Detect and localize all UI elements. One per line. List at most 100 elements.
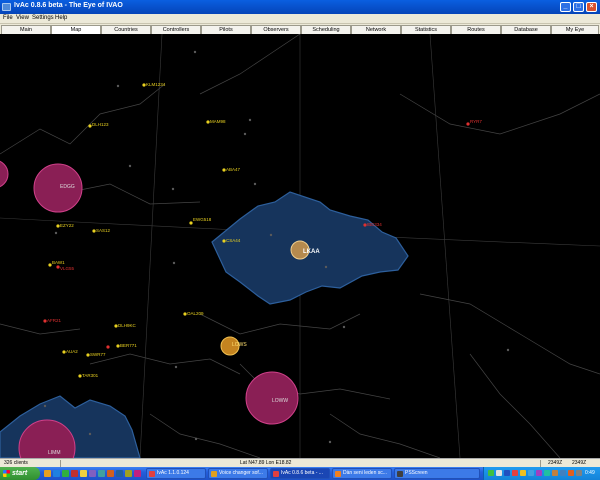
task-ivac-1[interactable]: IvAc 1.1.0.124 (146, 468, 206, 479)
label-pilot-7[interactable]: DLH9KC (118, 323, 137, 328)
tab-controllers[interactable]: Controllers (151, 25, 201, 34)
quicklaunch-network-icon[interactable] (98, 470, 105, 477)
tray-update-icon[interactable] (528, 470, 534, 476)
quicklaunch-disk-icon[interactable] (116, 470, 123, 477)
label-pilot-14[interactable]: RYR7 (470, 119, 482, 124)
status-time-1: 2349Z (548, 460, 563, 466)
label-pilot-1[interactable]: DLH123 (92, 122, 109, 127)
quicklaunch-note-icon[interactable] (125, 470, 132, 477)
task-psscreen[interactable]: PSScreen (394, 468, 480, 479)
controller-circle-left-edge[interactable] (0, 160, 9, 188)
quicklaunch-media-icon[interactable] (62, 470, 69, 477)
menu-view[interactable]: View (16, 15, 29, 21)
label-pilot-4[interactable]: EWG518 (193, 217, 212, 222)
label-pilot-10[interactable]: SWR77 (90, 352, 106, 357)
tab-pilots[interactable]: Pilots (201, 25, 251, 34)
task-label: IvAc 1.1.0.124 (157, 470, 189, 476)
status-separator (60, 460, 61, 467)
label-pilot-16[interactable]: BER771 (120, 343, 137, 348)
label-pilot-9[interactable]: AUA2 (66, 349, 78, 354)
task-label: Voice changer sof... (219, 470, 263, 476)
tab-map[interactable]: Map (51, 25, 101, 34)
window-title: IvAc 0.8.6 beta - The Eye of IVAO (14, 2, 123, 9)
quicklaunch-folder-icon[interactable] (44, 470, 51, 477)
tray-power-icon[interactable] (568, 470, 574, 476)
browser-icon (335, 471, 341, 477)
close-button[interactable]: × (586, 2, 597, 12)
radar-map[interactable]: LKAA LOWW EDGG LIMM LOWS KLM1234 DLH123 … (0, 34, 600, 458)
quicklaunch-paint-icon[interactable] (134, 470, 141, 477)
label-pilot-18[interactable]: VLG55 (60, 266, 75, 271)
label-pilot-17[interactable]: AFR21 (47, 318, 62, 323)
label-pilot-5[interactable]: CSA44 (226, 238, 241, 243)
voice-changer-icon (211, 471, 217, 477)
status-time-2: 2349Z (572, 460, 587, 466)
tab-database[interactable]: Database (501, 25, 551, 34)
label-pink-bottom-left[interactable]: LIMM (48, 450, 61, 456)
label-pilot-2[interactable]: MAM98 (210, 119, 226, 124)
task-label: IvAc 0.8.6 beta - ... (281, 470, 323, 476)
tab-countries[interactable]: Countries (101, 25, 151, 34)
tray-driver-icon[interactable] (552, 470, 558, 476)
label-pilot-15[interactable]: IBE334 (367, 222, 382, 227)
label-vienna[interactable]: LOWW (272, 398, 288, 404)
quicklaunch-tool-icon[interactable] (89, 470, 96, 477)
task-label: Dàn seni leden sc... (343, 470, 387, 476)
tray-messenger-icon[interactable] (520, 470, 526, 476)
czech-fir-area[interactable] (211, 191, 409, 305)
taskbar-clock[interactable]: 0:49 (585, 470, 595, 476)
label-pilot-0[interactable]: KLM1234 (146, 82, 166, 87)
menu-help[interactable]: Help (55, 15, 67, 21)
label-pilot-13[interactable]: SAS12 (96, 228, 111, 233)
quicklaunch-browser-icon[interactable] (53, 470, 60, 477)
maximize-button[interactable]: □ (573, 2, 584, 12)
start-button[interactable]: start (0, 467, 40, 480)
quicklaunch-mail-icon[interactable] (80, 470, 87, 477)
tab-routes[interactable]: Routes (451, 25, 501, 34)
tray-display-icon[interactable] (560, 470, 566, 476)
start-label: start (12, 470, 28, 477)
tab-scheduling[interactable]: Scheduling (301, 25, 351, 34)
label-pilot-6[interactable]: BAW1 (52, 260, 65, 265)
screen-capture-icon (397, 471, 403, 477)
status-coordinates: Lat N47.89 Lon E18.82 (240, 460, 292, 466)
ivac-icon (149, 471, 155, 477)
tray-volume-icon[interactable] (496, 470, 502, 476)
pilot-dots[interactable] (48, 83, 226, 378)
app-icon (2, 3, 11, 11)
label-pilot-3[interactable]: ABA47 (226, 167, 241, 172)
tray-sync-icon[interactable] (544, 470, 550, 476)
quicklaunch-app-icon[interactable] (71, 470, 78, 477)
status-separator (540, 460, 541, 467)
title-bar: IvAc 0.8.6 beta - The Eye of IVAO _ □ × (0, 0, 600, 14)
label-orange-station[interactable]: LOWS (232, 342, 247, 348)
label-czech-controller[interactable]: LKAA (303, 249, 320, 255)
quicklaunch-game-icon[interactable] (107, 470, 114, 477)
task-voice-changer[interactable]: Voice changer sof... (208, 468, 268, 479)
windows-logo-icon (3, 470, 10, 477)
label-pilot-11[interactable]: TAR301 (82, 373, 99, 378)
controller-circle-left[interactable] (33, 163, 83, 213)
tray-app-icon[interactable] (536, 470, 542, 476)
menu-bar: File View Settings Help (0, 14, 600, 24)
tab-statistics[interactable]: Statistics (401, 25, 451, 34)
minimize-button[interactable]: _ (560, 2, 571, 12)
tray-network-icon[interactable] (488, 470, 494, 476)
menu-settings[interactable]: Settings (32, 15, 54, 21)
tab-bar: Main Map Countries Controllers Pilots Ob… (0, 24, 600, 34)
label-pink-left[interactable]: EDGG (60, 184, 75, 190)
tab-observers[interactable]: Observers (251, 25, 301, 34)
tray-bluetooth-icon[interactable] (504, 470, 510, 476)
task-browser[interactable]: Dàn seni leden sc... (332, 468, 392, 479)
label-pilot-12[interactable]: EZY22 (60, 223, 74, 228)
tab-network[interactable]: Network (351, 25, 401, 34)
label-pilot-8[interactable]: OAL209 (187, 311, 204, 316)
menu-file[interactable]: File (3, 15, 13, 21)
tray-antivirus-icon[interactable] (512, 470, 518, 476)
map-canvas[interactable]: LKAA LOWW EDGG LIMM LOWS KLM1234 DLH123 … (0, 34, 600, 458)
tray-misc-icon[interactable] (576, 470, 582, 476)
task-ivac-2[interactable]: IvAc 0.8.6 beta - ... (270, 468, 330, 479)
ivac-icon (273, 471, 279, 477)
tab-my-eye[interactable]: My Eye (551, 25, 599, 34)
tab-main[interactable]: Main (1, 25, 51, 34)
